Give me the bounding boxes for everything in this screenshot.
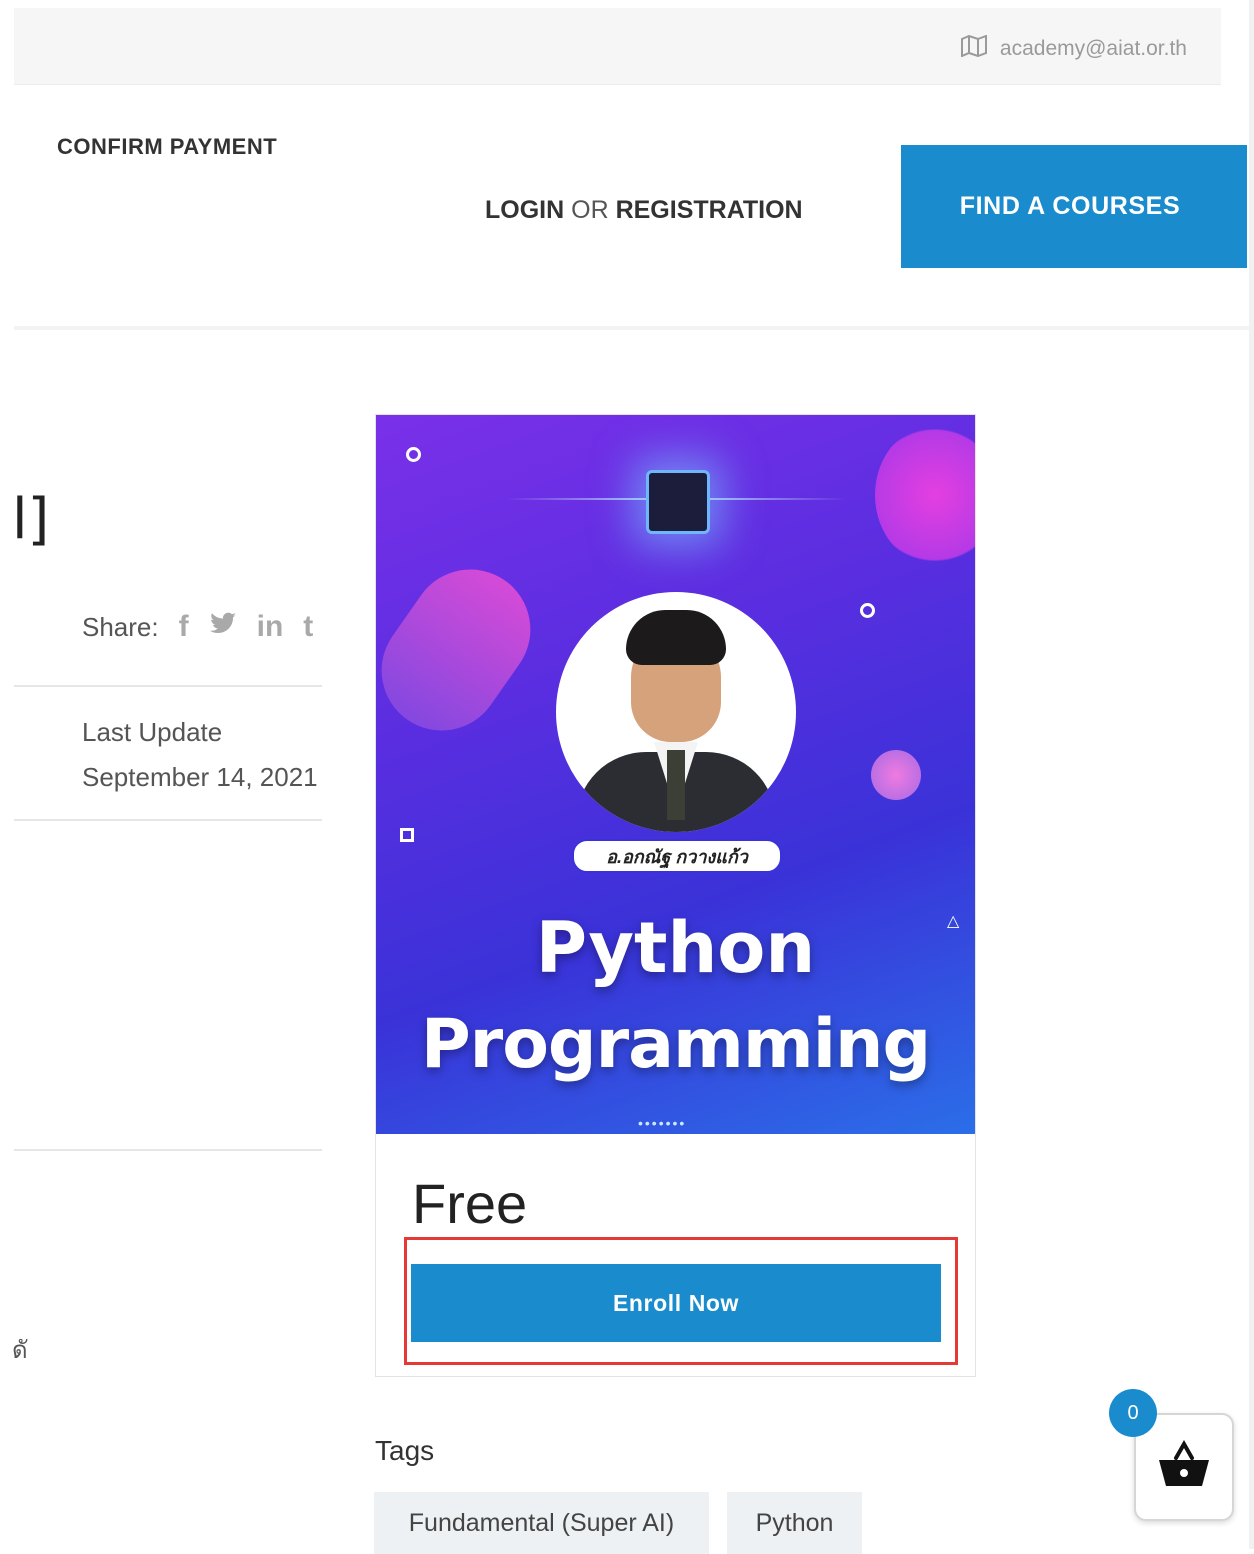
decor-dots: •••••••	[638, 1115, 687, 1131]
share-row: Share: f in t	[82, 610, 313, 644]
instructor-photo	[556, 592, 796, 832]
ai-chip-icon	[646, 470, 710, 534]
tumblr-icon[interactable]: t	[303, 610, 313, 644]
instructor-name: อ.อกณัฐ กวางแก้ว	[572, 839, 782, 873]
facebook-icon[interactable]: f	[179, 610, 189, 644]
last-update-date: September 14, 2021	[82, 762, 318, 792]
or-text: OR	[571, 196, 609, 224]
decor-circle	[860, 603, 875, 618]
basket-icon	[1156, 1439, 1212, 1495]
course-card: △ อ.อกณัฐ กวางแก้ว Python Programming ••…	[375, 414, 976, 1377]
find-courses-button[interactable]: FIND A COURSES	[901, 145, 1247, 268]
course-title-fragment: l]	[12, 487, 50, 552]
divider	[14, 685, 322, 687]
scrollbar-track[interactable]	[1249, 0, 1254, 1549]
course-price: Free	[412, 1172, 528, 1235]
cart-count-badge: 0	[1109, 1389, 1157, 1437]
highlight-box	[404, 1237, 958, 1365]
banner-title-line2: Programming	[420, 1005, 931, 1084]
top-bar: academy@aiat.or.th	[14, 8, 1221, 85]
twitter-icon[interactable]	[209, 610, 237, 644]
header-divider	[14, 326, 1250, 330]
nav-login-registration[interactable]: LOGIN OR REGISTRATION	[485, 196, 803, 225]
photo-hair	[626, 610, 726, 665]
nav-confirm-payment[interactable]: CONFIRM PAYMENT	[57, 134, 277, 160]
last-update-label: Last Update	[82, 717, 223, 747]
registration-link[interactable]: REGISTRATION	[616, 196, 803, 224]
thai-text-fragment: ดั	[12, 1337, 28, 1364]
banner-title-line1: Python	[535, 907, 816, 989]
map-icon	[960, 34, 988, 63]
login-link[interactable]: LOGIN	[485, 196, 564, 224]
course-banner-image[interactable]: △ อ.อกณัฐ กวางแก้ว Python Programming ••…	[376, 415, 975, 1134]
decor-blob	[376, 545, 554, 755]
decor-square	[400, 828, 414, 842]
photo-tie	[667, 750, 685, 820]
decor-blob	[875, 425, 975, 565]
linkedin-icon[interactable]: in	[257, 610, 284, 644]
tag-fundamental[interactable]: Fundamental (Super AI)	[374, 1492, 709, 1554]
divider	[14, 819, 322, 821]
share-label: Share:	[82, 611, 159, 642]
decor-blob	[871, 750, 921, 800]
divider	[14, 1149, 322, 1151]
tags-heading: Tags	[375, 1435, 435, 1466]
contact-email[interactable]: academy@aiat.or.th	[960, 34, 1187, 63]
email-text: academy@aiat.or.th	[999, 37, 1187, 60]
decor-circle	[406, 447, 421, 462]
tag-python[interactable]: Python	[727, 1492, 862, 1554]
